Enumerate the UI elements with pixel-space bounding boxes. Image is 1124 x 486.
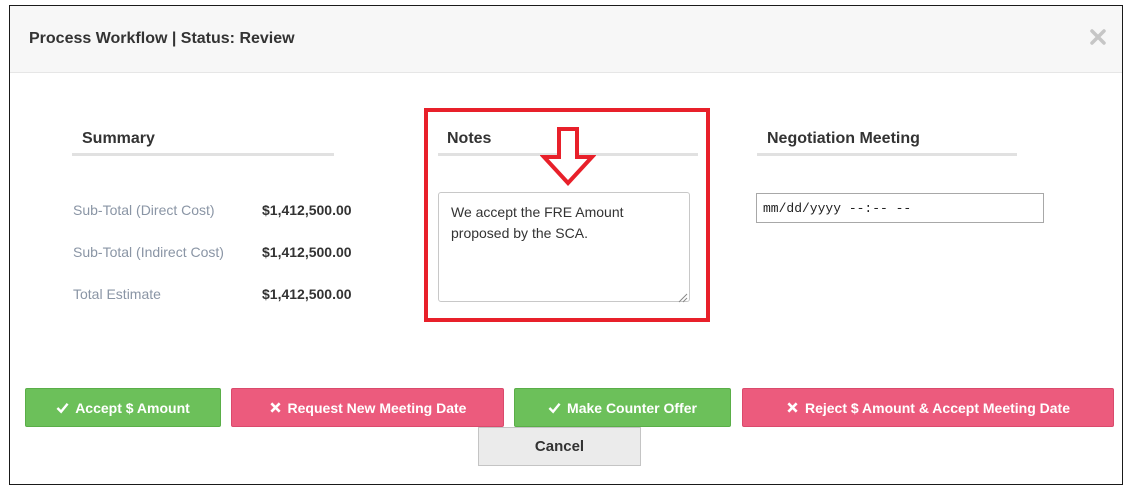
dialog-header: Process Workflow | Status: Review — [10, 6, 1122, 73]
total-estimate-value: $1,412,500.00 — [262, 286, 352, 302]
times-icon — [787, 402, 798, 413]
accept-amount-label: Accept $ Amount — [75, 399, 190, 416]
total-estimate-label: Total Estimate — [73, 286, 161, 302]
indirect-cost-label: Sub-Total (Indirect Cost) — [73, 244, 224, 260]
accept-amount-button[interactable]: Accept $ Amount — [25, 388, 221, 427]
down-arrow-icon — [539, 127, 597, 187]
direct-cost-label: Sub-Total (Direct Cost) — [73, 202, 215, 218]
make-counter-offer-label: Make Counter Offer — [567, 399, 697, 416]
check-icon — [56, 403, 69, 414]
summary-heading: Summary — [82, 130, 155, 147]
times-icon — [269, 402, 281, 413]
check-icon — [548, 403, 561, 414]
make-counter-offer-button[interactable]: Make Counter Offer — [514, 388, 731, 427]
cancel-button[interactable]: Cancel — [478, 427, 641, 466]
close-icon[interactable] — [1087, 26, 1109, 48]
meeting-datetime-input[interactable] — [756, 193, 1044, 223]
summary-divider — [72, 153, 334, 156]
direct-cost-value: $1,412,500.00 — [262, 202, 352, 218]
request-new-meeting-date-button[interactable]: Request New Meeting Date — [231, 388, 504, 427]
dialog-title: Process Workflow | Status: Review — [29, 30, 295, 47]
meeting-divider — [757, 153, 1017, 156]
negotiation-meeting-heading: Negotiation Meeting — [767, 130, 920, 147]
reject-amount-accept-meeting-button[interactable]: Reject $ Amount & Accept Meeting Date — [742, 388, 1114, 427]
resize-handle-icon[interactable] — [678, 290, 688, 303]
request-new-meeting-date-label: Request New Meeting Date — [287, 399, 467, 416]
reject-amount-accept-meeting-label: Reject $ Amount & Accept Meeting Date — [804, 399, 1070, 416]
indirect-cost-value: $1,412,500.00 — [262, 244, 352, 260]
notes-textarea[interactable]: We accept the FRE Amount proposed by the… — [438, 192, 690, 302]
